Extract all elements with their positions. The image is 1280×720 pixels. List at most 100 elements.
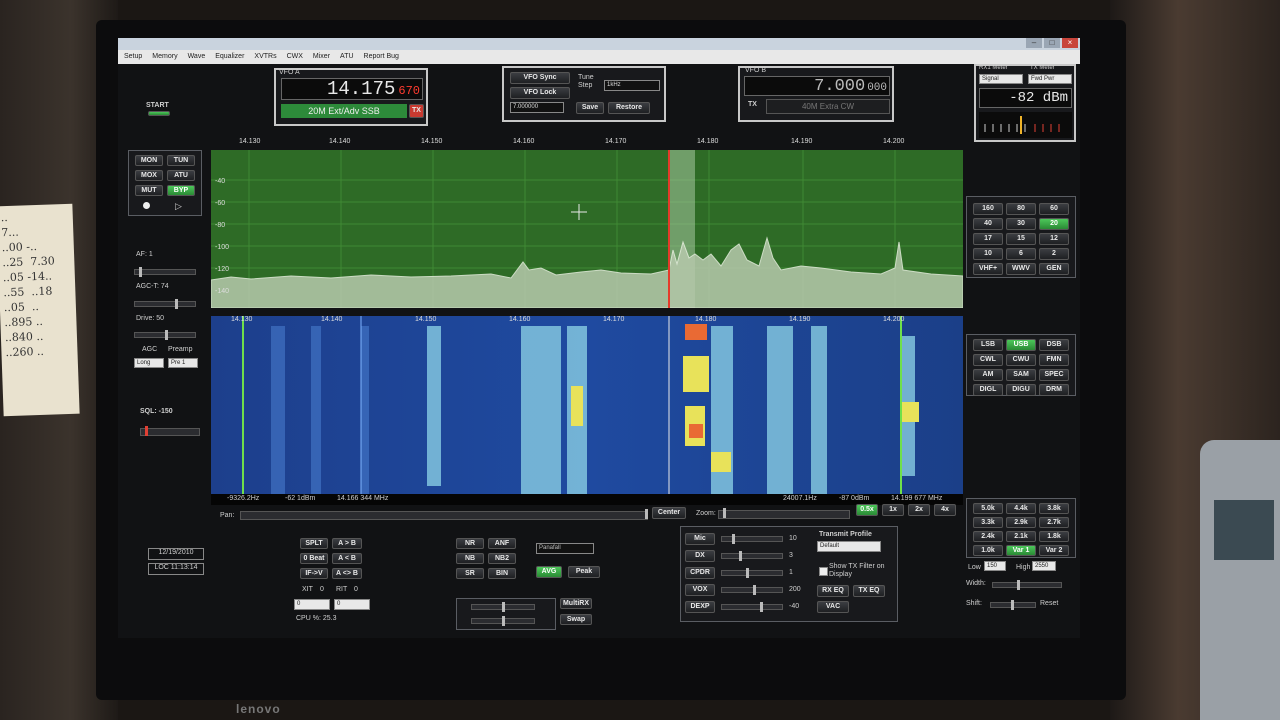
xit-field[interactable]: 0 (294, 599, 330, 610)
band-gen-button[interactable]: GEN (1039, 263, 1069, 275)
vfo-a-frequency-display[interactable]: 14.175 670 (281, 78, 423, 100)
multirx-swap-button[interactable]: Swap (560, 614, 592, 625)
rit-field[interactable]: 0 (334, 599, 370, 610)
zero-beat-button[interactable]: 0 Beat (300, 553, 328, 564)
a-to-b-button[interactable]: A > B (332, 538, 362, 549)
nb2-button[interactable]: NB2 (488, 553, 516, 564)
record-icon[interactable] (143, 202, 150, 209)
nb-button[interactable]: NB (456, 553, 484, 564)
byp-button[interactable]: BYP (167, 185, 195, 196)
nr-button[interactable]: NR (456, 538, 484, 549)
menu-cwx[interactable]: CWX (287, 50, 303, 64)
vfo-b-frequency-display[interactable]: 7.000 000 (744, 76, 890, 96)
rx-eq-button[interactable]: RX EQ (817, 585, 849, 597)
mode-cwl-button[interactable]: CWL (973, 354, 1003, 366)
filter-2-7k-button[interactable]: 2.7k (1039, 517, 1069, 528)
band-10-button[interactable]: 10 (973, 248, 1003, 260)
filter-5-0k-button[interactable]: 5.0k (973, 503, 1003, 514)
band-17-button[interactable]: 17 (973, 233, 1003, 245)
swap-vfo-button[interactable]: A <> B (332, 568, 362, 579)
mic-button[interactable]: Mic (685, 533, 715, 545)
multirx-slider-bottom[interactable] (471, 616, 535, 626)
band-vhf--button[interactable]: VHF+ (973, 263, 1003, 275)
agc-t-slider[interactable] (134, 299, 196, 309)
vfo-b-tx-label[interactable]: TX (748, 101, 757, 108)
band-80-button[interactable]: 80 (1006, 203, 1036, 215)
filter-2-1k-button[interactable]: 2.1k (1006, 531, 1036, 542)
filter-var-2-button[interactable]: Var 2 (1039, 545, 1069, 556)
avg-button[interactable]: AVG (536, 566, 562, 578)
filter-low-field[interactable]: 150 (984, 561, 1006, 571)
band-20-button[interactable]: 20 (1039, 218, 1069, 230)
filter-high-field[interactable]: 2550 (1032, 561, 1056, 571)
filter-reset-button[interactable]: Reset (1040, 600, 1058, 607)
show-tx-filter-checkbox[interactable] (819, 567, 828, 576)
band-40-button[interactable]: 40 (973, 218, 1003, 230)
agc-select[interactable]: Long (134, 358, 164, 368)
zoom-1x-button[interactable]: 1x (882, 504, 904, 516)
filter-shift-slider[interactable] (990, 600, 1036, 610)
tx-meter-mode-select[interactable]: Fwd Pwr (1028, 74, 1072, 84)
zoom-2x-button[interactable]: 2x (908, 504, 930, 516)
restore-button[interactable]: Restore (608, 102, 650, 114)
filter-3-3k-button[interactable]: 3.3k (973, 517, 1003, 528)
band-160-button[interactable]: 160 (973, 203, 1003, 215)
band-wwv-button[interactable]: WWV (1006, 263, 1036, 275)
filter-2-9k-button[interactable]: 2.9k (1006, 517, 1036, 528)
peak-button[interactable]: Peak (568, 566, 600, 578)
mode-fmn-button[interactable]: FMN (1039, 354, 1069, 366)
save-button[interactable]: Save (576, 102, 604, 114)
mode-sam-button[interactable]: SAM (1006, 369, 1036, 381)
center-button[interactable]: Center (652, 507, 686, 519)
filter-var-1-button[interactable]: Var 1 (1006, 545, 1036, 556)
split-button[interactable]: SPLT (300, 538, 328, 549)
display-mode-select[interactable]: Panafall (536, 543, 594, 554)
mode-dsb-button[interactable]: DSB (1039, 339, 1069, 351)
menu-equalizer[interactable]: Equalizer (215, 50, 244, 64)
tune-step-select[interactable]: 1kHz (604, 80, 660, 91)
band-15-button[interactable]: 15 (1006, 233, 1036, 245)
filter-1-8k-button[interactable]: 1.8k (1039, 531, 1069, 542)
mode-digl-button[interactable]: DIGL (973, 384, 1003, 396)
menu-setup[interactable]: Setup (124, 50, 142, 64)
sql-slider[interactable] (140, 426, 200, 436)
play-icon[interactable]: ▷ (175, 201, 182, 212)
mon-button[interactable]: MON (135, 155, 163, 166)
window-titlebar[interactable]: – □ × (118, 38, 1080, 50)
menu-mixer[interactable]: Mixer (313, 50, 330, 64)
vfo-sync-button[interactable]: VFO Sync (510, 72, 570, 84)
af-slider[interactable] (134, 267, 196, 277)
band-2-button[interactable]: 2 (1039, 248, 1069, 260)
step-frequency-field[interactable]: 7.000000 (510, 102, 564, 113)
dexp-slider[interactable] (721, 602, 783, 612)
mox-button[interactable]: MOX (135, 170, 163, 181)
pan-slider[interactable] (240, 509, 648, 520)
b-to-a-button[interactable]: A < B (332, 553, 362, 564)
mode-digu-button[interactable]: DIGU (1006, 384, 1036, 396)
mode-am-button[interactable]: AM (973, 369, 1003, 381)
vac-button[interactable]: VAC (817, 601, 849, 613)
preamp-select[interactable]: Pre 1 (168, 358, 198, 368)
zoom-4x-button[interactable]: 4x (934, 504, 956, 516)
vfo-a-tx-button[interactable]: TX (409, 104, 424, 118)
menu-memory[interactable]: Memory (152, 50, 177, 64)
sr-button[interactable]: SR (456, 568, 484, 579)
mode-lsb-button[interactable]: LSB (973, 339, 1003, 351)
atu-button[interactable]: ATU (167, 170, 195, 181)
transmit-profile-select[interactable]: Default (817, 541, 881, 552)
drive-slider[interactable] (134, 330, 196, 340)
menu-xvtrs[interactable]: XVTRs (254, 50, 276, 64)
mode-spec-button[interactable]: SPEC (1039, 369, 1069, 381)
panadapter-spectrum[interactable]: -40 -60 -80 -100 -120 -140 (211, 150, 963, 308)
band-6-button[interactable]: 6 (1006, 248, 1036, 260)
mut-button[interactable]: MUT (135, 185, 163, 196)
filter-1-0k-button[interactable]: 1.0k (973, 545, 1003, 556)
maximize-icon[interactable]: □ (1044, 38, 1060, 48)
zoom-slider[interactable] (718, 508, 850, 519)
menu-atu[interactable]: ATU (340, 50, 353, 64)
mode-drm-button[interactable]: DRM (1039, 384, 1069, 396)
bin-button[interactable]: BIN (488, 568, 516, 579)
start-button[interactable] (148, 111, 170, 116)
vfo-lock-button[interactable]: VFO Lock (510, 87, 570, 99)
tx-eq-button[interactable]: TX EQ (853, 585, 885, 597)
